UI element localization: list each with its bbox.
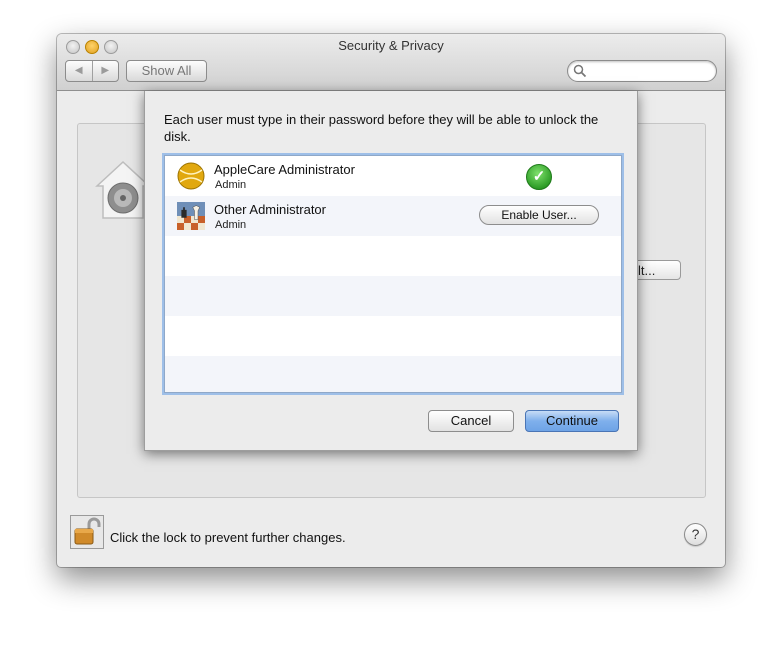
back-arrow-icon[interactable]: ◀ [66, 61, 93, 81]
enable-users-sheet: Each user must type in their password be… [144, 91, 638, 451]
help-button[interactable]: ? [684, 523, 707, 546]
forward-arrow-icon[interactable]: ▶ [93, 61, 119, 81]
title-bar: Security & Privacy ◀ ▶ Show All [57, 34, 725, 91]
user-role: Admin [215, 219, 247, 231]
list-empty-row [165, 316, 621, 356]
checkmark-icon: ✓ [526, 164, 552, 190]
window-title: Security & Privacy [338, 38, 444, 53]
sheet-message: Each user must type in their password be… [164, 112, 599, 144]
user-row-applecare[interactable]: AppleCare Administrator Admin ✓ [165, 156, 621, 196]
list-empty-row [165, 356, 621, 392]
continue-button[interactable]: Continue [525, 410, 619, 432]
search-field[interactable] [567, 60, 717, 82]
unlocked-padlock-icon[interactable] [70, 515, 104, 549]
user-row-other-admin[interactable]: Other Administrator Admin Enable User... [165, 196, 621, 236]
magnifier-icon [573, 64, 587, 78]
back-forward-control[interactable]: ◀ ▶ [65, 60, 119, 82]
turn-off-filevault-button[interactable]: lt... [631, 260, 681, 280]
show-all-button[interactable]: Show All [126, 60, 207, 82]
list-empty-row [165, 276, 621, 316]
tennis-ball-avatar-icon [177, 162, 205, 190]
user-role: Admin [215, 179, 247, 191]
filevault-house-icon [95, 160, 151, 219]
user-name: AppleCare Administrator [214, 162, 355, 177]
enable-user-button[interactable]: Enable User... [479, 205, 599, 225]
chess-avatar-icon [177, 202, 205, 230]
list-empty-row [165, 236, 621, 276]
user-name: Other Administrator [214, 202, 326, 217]
user-list[interactable]: AppleCare Administrator Admin ✓ Other Ad… [164, 155, 622, 393]
lock-status-text: Click the lock to prevent further change… [110, 530, 346, 545]
cancel-button[interactable]: Cancel [428, 410, 514, 432]
